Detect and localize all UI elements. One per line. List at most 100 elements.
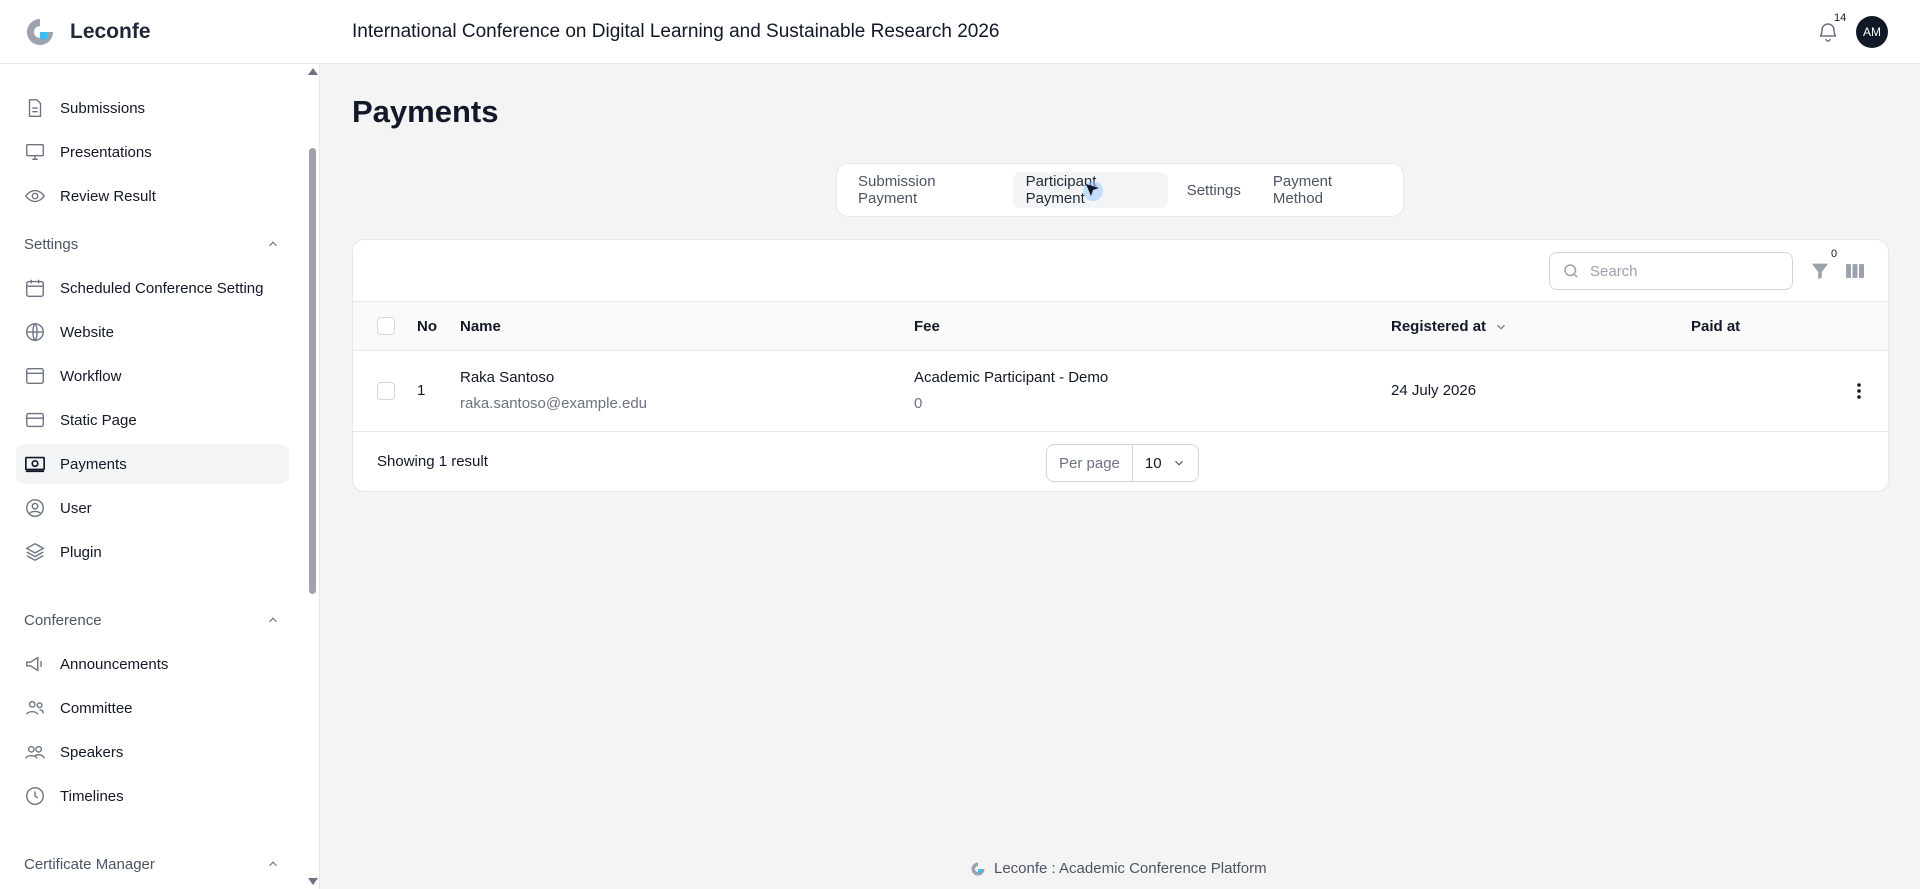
conference-section-toggle[interactable]: Conference: [24, 608, 280, 632]
sidebar-item-label: Review Result: [60, 187, 156, 205]
registered-at: 24 July 2026: [1391, 382, 1477, 399]
sidebar-item-scheduled-conference-setting[interactable]: Scheduled Conference Setting: [16, 268, 289, 308]
sidebar-item-label: Presentations: [60, 143, 152, 161]
sidebar-item-label: User: [60, 499, 92, 517]
fee-name: Academic Participant - Demo: [914, 369, 1109, 386]
column-paid-at: Paid at: [1691, 318, 1741, 335]
sidebar-item-label: Static Page: [60, 411, 137, 429]
sidebar-item-presentations[interactable]: Presentations: [16, 132, 289, 172]
participant-name: Raka Santoso: [460, 369, 555, 386]
chevron-up-icon: [269, 241, 277, 247]
page-title: Payments: [352, 94, 499, 129]
per-page-value-wrap[interactable]: 10: [1133, 455, 1198, 472]
sidebar-item-website[interactable]: Website: [16, 312, 289, 352]
table-row[interactable]: 1 Raka Santoso raka.santoso@example.edu …: [353, 351, 1888, 432]
participant-email: raka.santoso@example.edu: [460, 395, 648, 412]
chevron-down-icon: [1497, 324, 1505, 330]
certificate-heading: Certificate Manager: [24, 855, 155, 873]
sidebar-item-submissions[interactable]: Submissions: [16, 88, 289, 128]
megaphone-icon: [26, 656, 42, 672]
mouse-cursor-icon: [1083, 181, 1103, 201]
table-toolbar: 0: [353, 240, 1888, 302]
scroll-up-arrow-icon[interactable]: [308, 68, 318, 75]
search-input[interactable]: [1590, 262, 1780, 280]
notifications-button[interactable]: 14: [1816, 12, 1846, 44]
select-all-checkbox[interactable]: [377, 317, 395, 335]
globe-icon: [26, 323, 44, 341]
sidebar-item-label: Website: [60, 323, 114, 341]
sidebar-item-static-page[interactable]: Static Page: [16, 400, 289, 440]
table-header: No Name Fee Registered at Paid at: [353, 302, 1888, 351]
row-checkbox[interactable]: [377, 382, 395, 400]
sidebar-item-label: Workflow: [60, 367, 122, 385]
sidebar-item-label: Timelines: [60, 787, 124, 805]
chevron-down-icon: [1174, 460, 1183, 466]
filter-icon[interactable]: [1809, 260, 1831, 282]
per-page-select[interactable]: Per page 10: [1046, 444, 1199, 482]
sidebar-item-committee[interactable]: Committee: [16, 688, 289, 728]
leconfe-logo-icon: [27, 18, 53, 45]
scroll-down-arrow-icon[interactable]: [308, 878, 318, 885]
sidebar-item-label: Announcements: [60, 655, 169, 673]
sidebar-item-review-result[interactable]: Review Result: [16, 176, 289, 216]
column-registered-at[interactable]: Registered at: [1391, 302, 1508, 351]
users-icon: [26, 700, 44, 715]
sidebar-item-plugin[interactable]: Plugin: [16, 532, 289, 572]
settings-section-toggle[interactable]: Settings: [24, 232, 280, 256]
row-actions-icon[interactable]: [1849, 381, 1869, 401]
sidebar-item-label: Payments: [60, 455, 127, 473]
notification-count: 14: [1834, 12, 1847, 24]
search-box[interactable]: [1549, 252, 1793, 290]
result-count: Showing 1 result: [377, 453, 488, 470]
window-icon: [26, 367, 44, 385]
chevron-up-icon: [269, 861, 277, 867]
brand-name: Leconfe: [70, 19, 151, 43]
sidebar-item-announcements[interactable]: Announcements: [16, 644, 289, 684]
column-no: No: [417, 318, 437, 335]
avatar[interactable]: AM: [1856, 16, 1888, 48]
sidebar-item-label: Speakers: [60, 743, 124, 761]
sidebar-item-payments[interactable]: Payments: [16, 444, 289, 484]
calendar-icon: [26, 279, 44, 297]
sidebar-item-label: Scheduled Conference Setting: [60, 279, 264, 297]
user-circle-icon: [26, 499, 44, 517]
tab-settings[interactable]: Settings: [1174, 172, 1254, 208]
filter-count: 0: [1831, 248, 1838, 260]
sidebar-item-workflow[interactable]: Workflow: [16, 356, 289, 396]
footer-text: Leconfe : Academic Conference Platform: [994, 860, 1267, 877]
chevron-up-icon: [269, 617, 277, 623]
sidebar-item-timelines[interactable]: Timelines: [16, 776, 289, 816]
column-registered-at-label: Registered at: [1391, 318, 1487, 335]
scroll-thumb[interactable]: [309, 148, 316, 594]
sidebar-item-label: Plugin: [60, 543, 102, 561]
per-page-value: 10: [1144, 454, 1162, 472]
brand[interactable]: Leconfe: [0, 0, 320, 64]
top-bar: Leconfe International Conference on Digi…: [0, 0, 1920, 64]
tab-payment-method[interactable]: Payment Method: [1260, 172, 1395, 208]
eye-icon: [25, 189, 45, 203]
speakers-icon: [25, 745, 45, 759]
column-name: Name: [460, 318, 501, 335]
certificate-section-toggle[interactable]: Certificate Manager: [24, 852, 280, 876]
tab-submission-payment[interactable]: Submission Payment: [845, 172, 1007, 208]
sidebar-scrollbar[interactable]: [305, 64, 319, 889]
sidebar-item-label: Committee: [60, 699, 133, 717]
columns-icon[interactable]: [1845, 261, 1865, 281]
card-icon: [26, 412, 44, 428]
page-footer: Leconfe : Academic Conference Platform: [970, 860, 1267, 877]
clock-icon: [26, 787, 44, 805]
fee-amount: 0: [914, 395, 923, 412]
sidebar: Submissions Presentations Review Result …: [0, 64, 320, 889]
row-no: 1: [417, 382, 426, 399]
sidebar-item-speakers[interactable]: Speakers: [16, 732, 289, 772]
payments-table-card: 0 No Name Fee Registered at Paid at 1 Ra…: [352, 239, 1889, 492]
column-fee: Fee: [914, 318, 940, 335]
sidebar-item-label: Submissions: [60, 99, 146, 117]
table-footer: Showing 1 result Per page 10: [353, 432, 1888, 491]
per-page-label: Per page: [1047, 445, 1133, 481]
payment-icon: [25, 456, 45, 473]
search-icon: [1564, 264, 1578, 278]
payment-tabs: Submission Payment Participant Payment S…: [836, 163, 1404, 217]
settings-heading: Settings: [24, 235, 79, 253]
sidebar-item-user[interactable]: User: [16, 488, 289, 528]
